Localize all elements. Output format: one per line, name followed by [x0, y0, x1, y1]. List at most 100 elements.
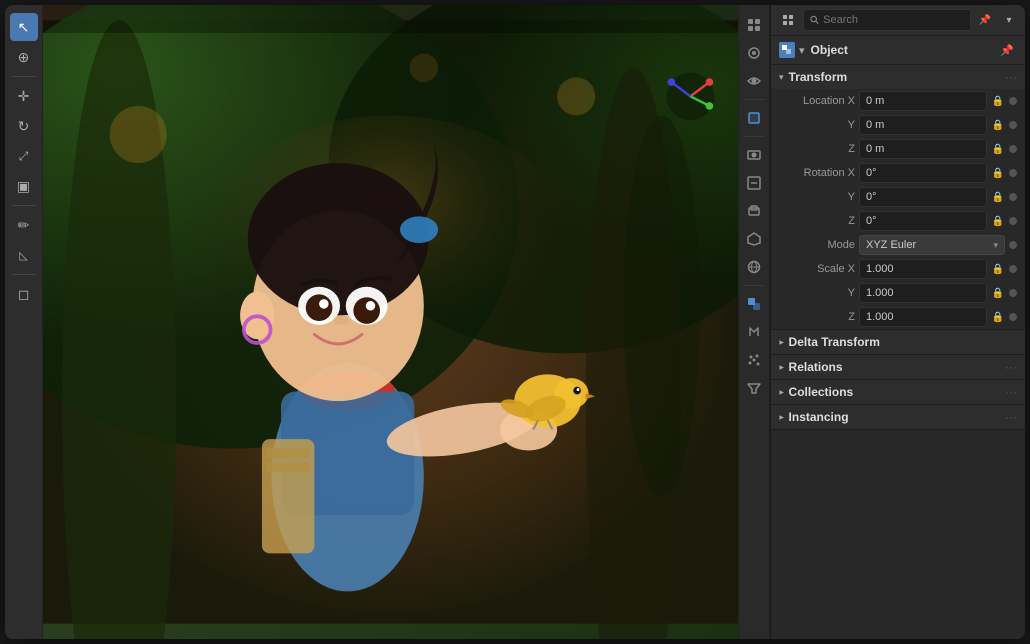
side-icon-particles[interactable] — [742, 348, 766, 372]
rotation-z-dot[interactable] — [1009, 217, 1017, 225]
scale-y-dot[interactable] — [1009, 289, 1017, 297]
tool-rotate[interactable]: ↻ — [10, 112, 38, 140]
rotation-z-label: Z — [785, 215, 855, 227]
collections-title: Collections — [789, 385, 1005, 399]
tool-annotate[interactable]: ✏ — [10, 211, 38, 239]
instancing-arrow: ▾ — [776, 415, 787, 420]
location-x-field[interactable]: 0 m — [859, 91, 987, 111]
pin-btn[interactable]: 📌 — [975, 10, 995, 30]
location-z-lock[interactable]: 🔒 — [991, 142, 1005, 156]
side-icon-tool[interactable] — [742, 41, 766, 65]
side-icon-output[interactable] — [742, 171, 766, 195]
location-z-field[interactable]: 0 m — [859, 139, 987, 159]
side-icon-render[interactable] — [742, 143, 766, 167]
rotation-z-field[interactable]: 0° — [859, 211, 987, 231]
scale-z-lock[interactable]: 🔒 — [991, 310, 1005, 324]
tool-select[interactable]: ↖ — [10, 13, 38, 41]
location-x-lock[interactable]: 🔒 — [991, 94, 1005, 108]
relations-title: Relations — [789, 360, 1005, 374]
transform-arrow: ▾ — [779, 72, 784, 83]
rotation-x-field[interactable]: 0° — [859, 163, 987, 183]
panel-menu-btn[interactable] — [777, 9, 799, 31]
rotation-x-dot[interactable] — [1009, 169, 1017, 177]
tool-measure[interactable]: ◺ — [10, 241, 38, 269]
collections-section: ▾ Collections ··· — [771, 380, 1025, 405]
rotation-mode-dot[interactable] — [1009, 241, 1017, 249]
rotation-z-row: Z 0° 🔒 — [771, 209, 1025, 233]
delta-transform-arrow: ▾ — [776, 340, 787, 345]
transform-section: ▾ Transform ··· Location X 0 m 🔒 Y — [771, 65, 1025, 330]
scale-y-lock[interactable]: 🔒 — [991, 286, 1005, 300]
side-icon-viewlayer[interactable] — [742, 199, 766, 223]
object-pin-btn[interactable]: 📌 — [997, 40, 1017, 60]
side-icon-view[interactable] — [742, 69, 766, 93]
instancing-title: Instancing — [789, 410, 1005, 424]
tool-separator-2 — [12, 205, 36, 206]
side-sep-3 — [744, 285, 764, 286]
tool-cage[interactable]: ◻ — [10, 280, 38, 308]
side-icon-world[interactable] — [742, 255, 766, 279]
location-z-dot[interactable] — [1009, 145, 1017, 153]
collections-arrow: ▾ — [776, 390, 787, 395]
rotation-y-label: Y — [785, 191, 855, 203]
location-y-label: Y — [785, 119, 855, 131]
rotation-y-field[interactable]: 0° — [859, 187, 987, 207]
location-z-row: Z 0 m 🔒 — [771, 137, 1025, 161]
rotation-y-value: 0° — [866, 191, 877, 203]
scale-x-lock[interactable]: 🔒 — [991, 262, 1005, 276]
properties-content[interactable]: ▾ Transform ··· Location X 0 m 🔒 Y — [771, 65, 1025, 639]
relations-header[interactable]: ▾ Relations ··· — [771, 355, 1025, 379]
tool-transform[interactable]: ▣ — [10, 172, 38, 200]
viewport-header — [43, 5, 738, 33]
rotation-y-lock[interactable]: 🔒 — [991, 190, 1005, 204]
right-panel: 📌 ▾ ▾ Object 📌 ▾ Transform ··· — [770, 5, 1025, 639]
side-icon-modifiers[interactable] — [742, 320, 766, 344]
object-type-icon — [779, 42, 795, 58]
search-input[interactable] — [823, 14, 964, 26]
object-type-chevron: ▾ — [799, 44, 805, 57]
panel-header: 📌 ▾ — [771, 5, 1025, 36]
location-y-lock[interactable]: 🔒 — [991, 118, 1005, 132]
delta-transform-header[interactable]: ▾ Delta Transform — [771, 330, 1025, 354]
side-icon-filter[interactable] — [742, 376, 766, 400]
delta-transform-title: Delta Transform — [789, 335, 1017, 349]
instancing-section: ▾ Instancing ··· — [771, 405, 1025, 430]
transform-section-header[interactable]: ▾ Transform ··· — [771, 65, 1025, 89]
instancing-header[interactable]: ▾ Instancing ··· — [771, 405, 1025, 429]
delta-transform-section: ▾ Delta Transform — [771, 330, 1025, 355]
location-y-dot[interactable] — [1009, 121, 1017, 129]
rotation-mode-select[interactable]: XYZ Euler ▾ — [859, 235, 1005, 255]
scale-x-dot[interactable] — [1009, 265, 1017, 273]
rotation-z-lock[interactable]: 🔒 — [991, 214, 1005, 228]
side-icon-object-props[interactable] — [742, 292, 766, 316]
rotation-mode-value: XYZ Euler — [866, 239, 916, 251]
rotation-y-dot[interactable] — [1009, 193, 1017, 201]
side-icon-scene[interactable] — [742, 13, 766, 37]
side-icon-scene2[interactable] — [742, 227, 766, 251]
transform-dots: ··· — [1005, 70, 1017, 84]
tool-cursor[interactable]: ⊕ — [10, 43, 38, 71]
scale-x-field[interactable]: 1.000 — [859, 259, 987, 279]
side-icons-panel — [738, 5, 770, 639]
object-name-label: Object — [811, 43, 993, 57]
side-sep-1 — [744, 99, 764, 100]
tool-move[interactable]: ✛ — [10, 82, 38, 110]
location-y-field[interactable]: 0 m — [859, 115, 987, 135]
side-icon-item[interactable] — [742, 106, 766, 130]
rotation-x-value: 0° — [866, 167, 877, 179]
search-icon — [810, 15, 819, 25]
panel-dropdown-btn[interactable]: ▾ — [999, 10, 1019, 30]
rotation-x-lock[interactable]: 🔒 — [991, 166, 1005, 180]
scale-z-field[interactable]: 1.000 — [859, 307, 987, 327]
scale-z-dot[interactable] — [1009, 313, 1017, 321]
rotation-mode-label: Mode — [785, 239, 855, 251]
rotation-x-row: Rotation X 0° 🔒 — [771, 161, 1025, 185]
viewport-scene — [43, 5, 738, 639]
location-x-row: Location X 0 m 🔒 — [771, 89, 1025, 113]
scale-y-field[interactable]: 1.000 — [859, 283, 987, 303]
location-x-dot[interactable] — [1009, 97, 1017, 105]
tool-scale[interactable]: ⤢ — [10, 142, 38, 170]
collections-dots: ··· — [1005, 385, 1017, 399]
collections-header[interactable]: ▾ Collections ··· — [771, 380, 1025, 404]
viewport[interactable] — [43, 5, 738, 639]
